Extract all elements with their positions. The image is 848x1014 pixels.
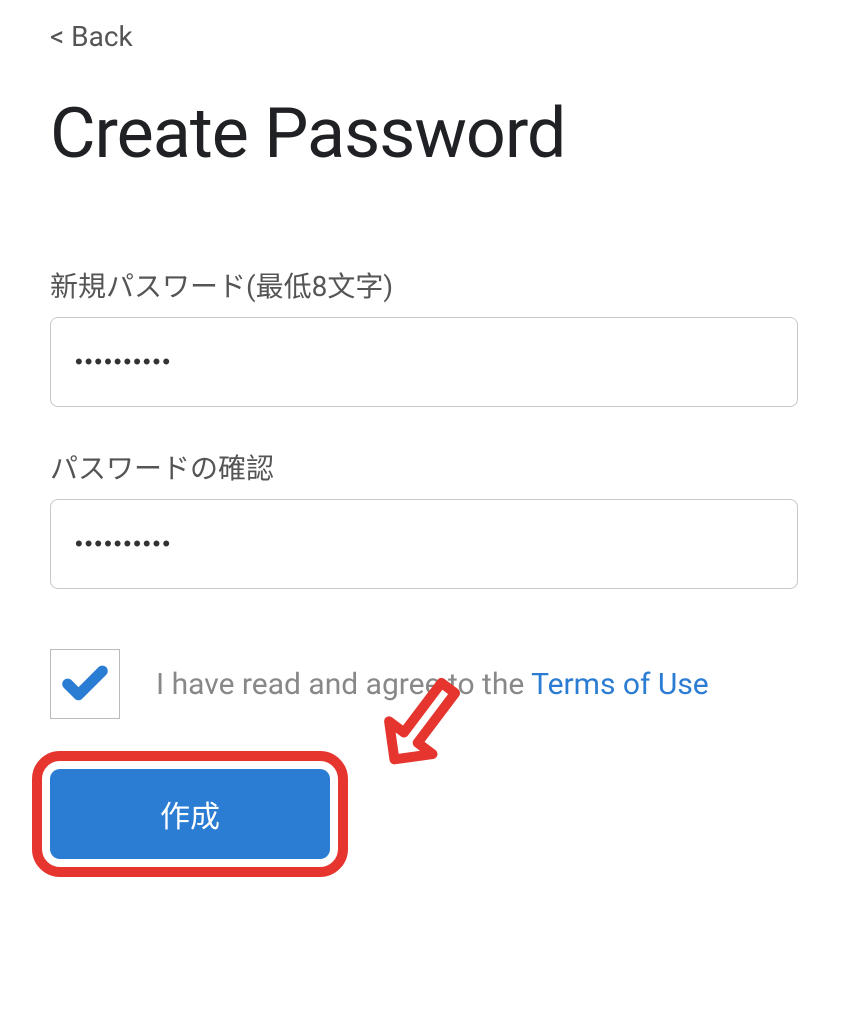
consent-text: I have read and agree to the Terms of Us… [156,667,709,702]
terms-of-use-link[interactable]: Terms of Use [531,667,709,702]
confirm-password-field-group: パスワードの確認 [50,447,798,589]
new-password-field-group: 新規パスワード(最低8文字) [50,265,798,407]
consent-prefix: I have read and agree to the [156,667,531,702]
submit-area: 作成 [50,769,330,859]
confirm-password-input[interactable] [50,499,798,589]
confirm-password-label: パスワードの確認 [50,447,798,487]
page-title: Create Password [50,93,798,175]
new-password-label: 新規パスワード(最低8文字) [50,265,798,305]
checkmark-icon [59,658,111,710]
submit-button[interactable]: 作成 [50,769,330,859]
submit-button-label: 作成 [160,801,220,834]
new-password-input[interactable] [50,317,798,407]
back-link[interactable]: < Back [50,20,133,53]
back-link-label: < Back [50,20,133,53]
consent-row: I have read and agree to the Terms of Us… [50,649,798,719]
terms-checkbox[interactable] [50,649,120,719]
